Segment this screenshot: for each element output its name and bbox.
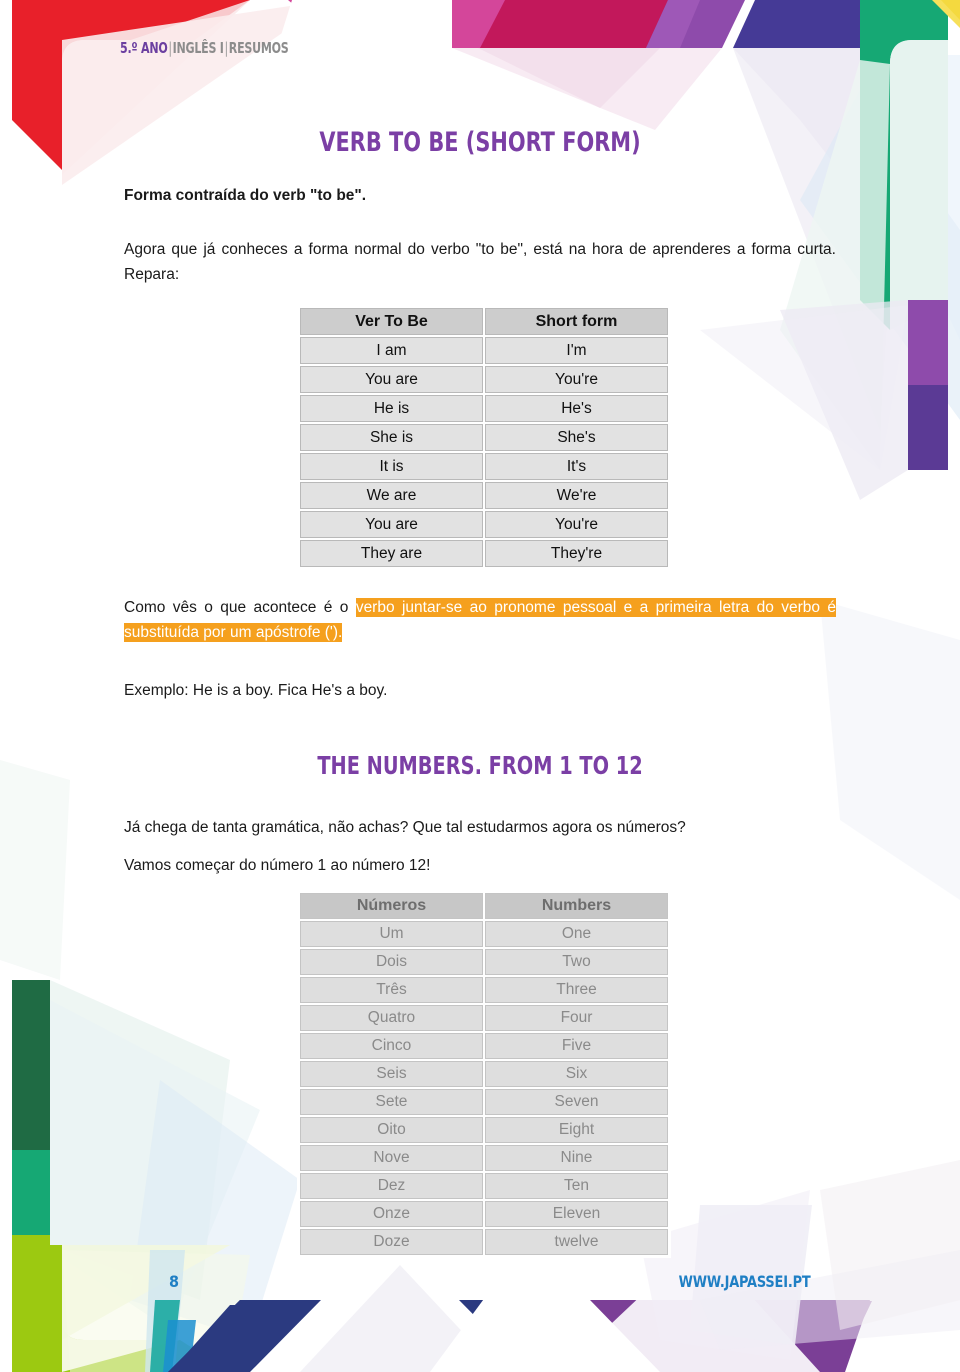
brand-grade: 5.º ANO: [120, 39, 168, 57]
tables.verb_to_be-cell: You are: [300, 511, 483, 538]
tables.numbers-cell: One: [485, 921, 668, 947]
tables.numbers-cell: Onze: [300, 1201, 483, 1227]
table-row: Quatro Four: [300, 1005, 668, 1031]
document-page: 5.º ANO|INGLÊS I|RESUMOS VERB TO BE (SHO…: [0, 0, 960, 1372]
column-header-ver-to-be: Ver To Be: [300, 308, 483, 335]
table-row: We are We're: [300, 482, 668, 509]
brand-subject: INGLÊS I: [172, 39, 224, 57]
tables.verb_to_be-cell: You're: [485, 511, 668, 538]
column-header-short-form: Short form: [485, 308, 668, 335]
table-row: Dez Ten: [300, 1173, 668, 1199]
table-row: She is She's: [300, 424, 668, 451]
tables.numbers-cell: Seis: [300, 1061, 483, 1087]
tables.verb_to_be-cell: It is: [300, 453, 483, 480]
table-row: They are They're: [300, 540, 668, 567]
table-header-row: Ver To Be Short form: [300, 308, 668, 335]
tables.numbers-cell: Dez: [300, 1173, 483, 1199]
tables.numbers-cell: Três: [300, 977, 483, 1003]
tables.verb_to_be-cell: We're: [485, 482, 668, 509]
tables.verb_to_be-cell: You are: [300, 366, 483, 393]
table-row: Dois Two: [300, 949, 668, 975]
brand-separator-2: |: [224, 39, 228, 57]
page-title: VERB TO BE (SHORT FORM): [319, 127, 641, 158]
tables.verb_to_be-cell: They are: [300, 540, 483, 567]
table-row: Onze Eleven: [300, 1201, 668, 1227]
lead-bold-text: Forma contraída do verb "to be".: [124, 187, 367, 204]
tables.numbers-cell: Nove: [300, 1145, 483, 1171]
tables.numbers-cell: Ten: [485, 1173, 668, 1199]
tables.numbers-cell: Three: [485, 977, 668, 1003]
table-header-row: Números Numbers: [300, 893, 668, 919]
tables.numbers-cell: Eight: [485, 1117, 668, 1143]
tables.numbers-cell: Cinco: [300, 1033, 483, 1059]
tables.numbers-cell: Oito: [300, 1117, 483, 1143]
tables.numbers-cell: Nine: [485, 1145, 668, 1171]
table-row: Cinco Five: [300, 1033, 668, 1059]
column-header-numeros: Números: [300, 893, 483, 919]
numbers-intro-line-2: Vamos começar do número 1 ao número 12!: [124, 857, 431, 874]
tables.numbers-cell: Sete: [300, 1089, 483, 1115]
tables.numbers-cell: Dois: [300, 949, 483, 975]
tables.verb_to_be-cell: We are: [300, 482, 483, 509]
tables.verb_to_be-cell: She is: [300, 424, 483, 451]
table-row: Três Three: [300, 977, 668, 1003]
tables.numbers-cell: Four: [485, 1005, 668, 1031]
table-row: Seis Six: [300, 1061, 668, 1087]
table-row: It is It's: [300, 453, 668, 480]
table-row: Sete Seven: [300, 1089, 668, 1115]
numbers-table: Números Numbers Um One Dois Two Três Three Qua…: [297, 890, 671, 1258]
table-row: Um One: [300, 921, 668, 947]
tables.numbers-cell: Quatro: [300, 1005, 483, 1031]
tables.numbers-cell: twelve: [485, 1229, 668, 1255]
brand-separator-1: |: [168, 39, 172, 57]
lead-paragraph: Agora que já conheces a forma normal do …: [124, 241, 836, 283]
numbers-intro-line-1: Já chega de tanta gramática, não achas? …: [124, 819, 686, 836]
table-row: Doze twelve: [300, 1229, 668, 1255]
table-row: You are You're: [300, 511, 668, 538]
tables.verb_to_be-cell: He is: [300, 395, 483, 422]
table-row: I am I'm: [300, 337, 668, 364]
tables.numbers-cell: Doze: [300, 1229, 483, 1255]
tables.verb_to_be-cell: He's: [485, 395, 668, 422]
tables.verb_to_be-cell: I'm: [485, 337, 668, 364]
brand-header: 5.º ANO|INGLÊS I|RESUMOS: [120, 39, 289, 57]
tables.verb_to_be-cell: She's: [485, 424, 668, 451]
tables.numbers-cell: Seven: [485, 1089, 668, 1115]
tables.verb_to_be-cell: I am: [300, 337, 483, 364]
tables.numbers-cell: Eleven: [485, 1201, 668, 1227]
tables.numbers-cell: Five: [485, 1033, 668, 1059]
tables.verb_to_be-cell: It's: [485, 453, 668, 480]
tables.verb_to_be-cell: They're: [485, 540, 668, 567]
highlight-paragraph: Como vês o que acontece é o verbo juntar…: [124, 595, 836, 645]
footer-website: WWW.JAPASSEI.PT: [679, 1272, 811, 1291]
table-row: Oito Eight: [300, 1117, 668, 1143]
example-paragraph: Exemplo: He is a boy. Fica He's a boy.: [124, 682, 388, 699]
tables.numbers-cell: Two: [485, 949, 668, 975]
table-row: Nove Nine: [300, 1145, 668, 1171]
table-row: He is He's: [300, 395, 668, 422]
verb-to-be-table: Ver To Be Short form I am I'm You are You'r…: [297, 305, 671, 570]
tables.verb_to_be-cell: You're: [485, 366, 668, 393]
tables.numbers-cell: Um: [300, 921, 483, 947]
page-number: 8: [169, 1272, 180, 1291]
tables.numbers-cell: Six: [485, 1061, 668, 1087]
highlight-prefix: Como vês o que acontece é o: [124, 599, 356, 616]
brand-doc-type: RESUMOS: [228, 39, 289, 57]
column-header-numbers: Numbers: [485, 893, 668, 919]
numbers-section-title: THE NUMBERS. FROM 1 TO 12: [317, 751, 643, 780]
table-row: You are You're: [300, 366, 668, 393]
